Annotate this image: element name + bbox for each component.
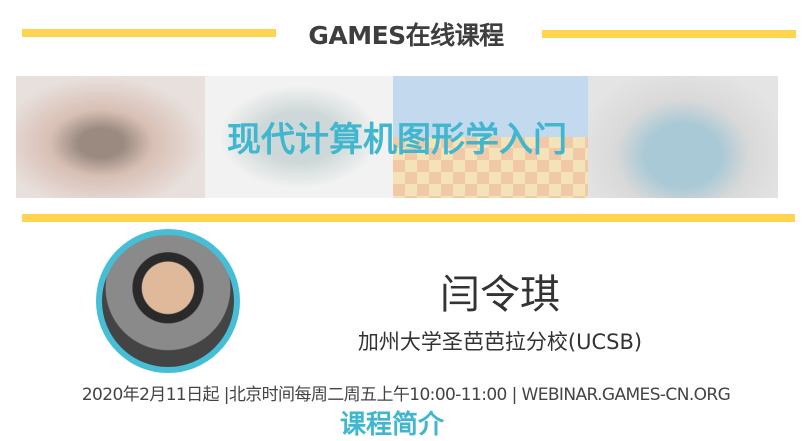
- speaker-photo: [96, 229, 240, 373]
- header-title: GAMES在线课程: [308, 21, 504, 50]
- divider-line: [22, 214, 795, 222]
- schedule-text: 2020年2月11日起 |北京时间每周二周五上午10:00-11:00 | WE…: [81, 385, 731, 405]
- speaker-name: 闫令琪: [440, 272, 560, 318]
- course-title: 现代计算机图形学入门: [227, 120, 567, 160]
- next-section-heading: 课程简介: [340, 410, 445, 440]
- speaker-affiliation: 加州大学圣芭芭拉分校(UCSB): [357, 330, 643, 354]
